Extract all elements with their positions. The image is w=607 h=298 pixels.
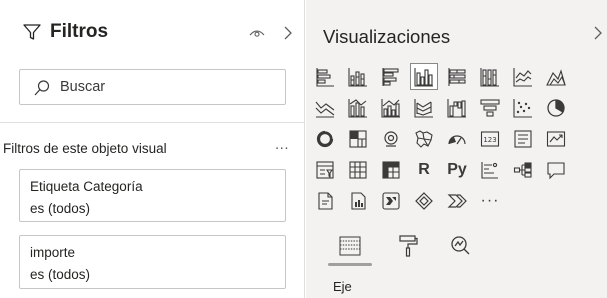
filter-card-etiqueta-categoria[interactable]: Etiqueta Categoría es (todos): [19, 169, 286, 222]
kpi-icon[interactable]: [542, 125, 570, 152]
clustered-bar-chart-icon[interactable]: [377, 63, 405, 90]
filters-search-input[interactable]: [60, 70, 280, 104]
clustered-column-chart-icon[interactable]: [410, 63, 438, 90]
table-icon[interactable]: [344, 156, 372, 183]
power-automate-icon[interactable]: [377, 187, 405, 214]
visualizations-title: Visualizaciones: [323, 26, 451, 47]
search-icon: [34, 80, 50, 96]
stacked-column-chart-icon[interactable]: [344, 63, 372, 90]
waterfall-chart-icon[interactable]: [443, 94, 471, 121]
visualizations-pane: Visualizaciones 123 R Py ··· Eje: [306, 0, 607, 298]
analytics-tab[interactable]: [442, 228, 478, 264]
multi-row-card-icon[interactable]: [509, 125, 537, 152]
chevron-visual-icon[interactable]: [443, 187, 471, 214]
smart-narrative-icon[interactable]: [410, 187, 438, 214]
fields-grid-icon: [339, 236, 361, 256]
qa-visual-icon[interactable]: [542, 156, 570, 183]
filled-map-icon[interactable]: [410, 125, 438, 152]
r-script-visual-icon[interactable]: R: [410, 156, 438, 183]
funnel-chart-icon[interactable]: [476, 94, 504, 121]
filters-divider: [0, 122, 305, 123]
stacked-area-chart-icon[interactable]: [311, 94, 339, 121]
collapse-filters-chevron-icon[interactable]: [282, 24, 294, 42]
ribbon-chart-icon[interactable]: [410, 94, 438, 121]
100-stacked-column-chart-icon[interactable]: [476, 63, 504, 90]
analytics-magnifier-icon: [451, 236, 470, 255]
donut-chart-icon[interactable]: [311, 125, 339, 152]
more-visuals-label: ···: [480, 191, 500, 209]
100-stacked-bar-chart-icon[interactable]: [443, 63, 471, 90]
more-options-button[interactable]: ...: [275, 136, 289, 153]
line-and-stacked-column-chart-icon[interactable]: [344, 94, 372, 121]
scatter-chart-icon[interactable]: [509, 94, 537, 121]
filter-card-value: es (todos): [30, 267, 91, 282]
card-icon[interactable]: 123: [476, 125, 504, 152]
filter-card-value: es (todos): [30, 201, 91, 216]
matrix-icon[interactable]: [377, 156, 405, 183]
filter-card-field-name: importe: [30, 245, 76, 260]
format-tab[interactable]: [390, 228, 426, 264]
active-tab-indicator: [328, 263, 372, 266]
line-chart-icon[interactable]: [509, 63, 537, 90]
python-visual-icon[interactable]: Py: [443, 156, 471, 183]
filter-card-importe[interactable]: importe es (todos): [19, 235, 286, 289]
treemap-icon[interactable]: [344, 125, 372, 152]
filters-pane: Filtros Filtros de este objeto visual ..…: [0, 0, 305, 298]
filters-search-box[interactable]: [19, 69, 286, 105]
funnel-icon: [23, 24, 41, 40]
filters-header: Filtros: [0, 0, 305, 60]
python-visual-label: Py: [447, 160, 467, 178]
eye-icon[interactable]: [249, 28, 265, 38]
more-visuals-button[interactable]: ···: [476, 187, 504, 214]
collapse-visualizations-chevron-icon[interactable]: [592, 24, 604, 42]
key-influencers-icon[interactable]: [476, 156, 504, 183]
gauge-icon[interactable]: [443, 125, 471, 152]
decomposition-tree-icon[interactable]: [509, 156, 537, 183]
paginated-report-icon[interactable]: [311, 187, 339, 214]
stacked-bar-chart-icon[interactable]: [311, 63, 339, 90]
power-apps-icon[interactable]: [344, 187, 372, 214]
map-icon[interactable]: [377, 125, 405, 152]
visual-filters-section-title: Filtros de este objeto visual: [3, 141, 167, 156]
pie-chart-icon[interactable]: [542, 94, 570, 121]
filter-card-field-name: Etiqueta Categoría: [30, 179, 143, 194]
fields-tab[interactable]: [332, 228, 368, 264]
svg-text:123: 123: [483, 136, 496, 144]
r-visual-label: R: [418, 160, 430, 178]
paint-roller-icon: [399, 235, 418, 257]
filters-title: Filtros: [50, 21, 109, 42]
eje-section-label: Eje: [333, 279, 352, 294]
line-and-clustered-column-chart-icon[interactable]: [377, 94, 405, 121]
slicer-icon[interactable]: [311, 156, 339, 183]
area-chart-icon[interactable]: [542, 63, 570, 90]
